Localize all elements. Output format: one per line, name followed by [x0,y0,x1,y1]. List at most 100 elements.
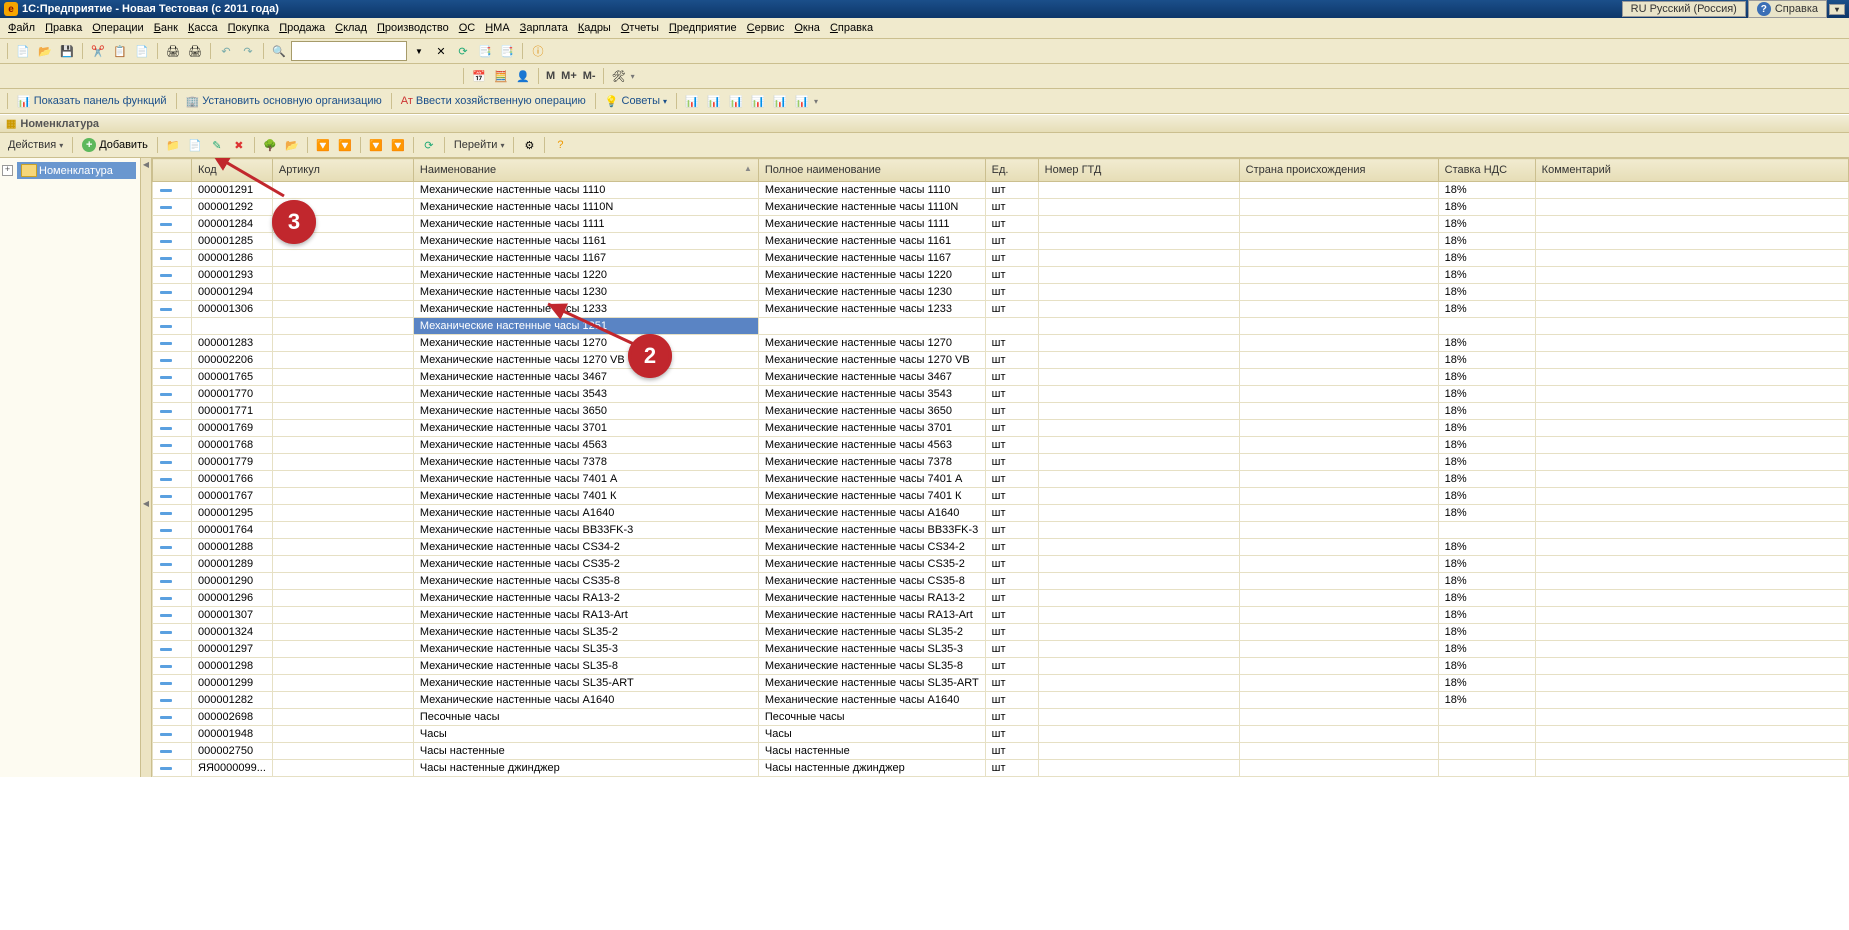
menu-item[interactable]: НМА [481,20,513,36]
table-row[interactable]: 000001291Механические настенные часы 111… [153,182,1849,199]
table-row[interactable]: 000001771Механические настенные часы 365… [153,403,1849,420]
table-row[interactable]: 000001293Механические настенные часы 122… [153,267,1849,284]
clear-search-icon[interactable]: ✕ [431,41,451,61]
table-row[interactable]: 000001289Механические настенные часы CS3… [153,556,1849,573]
grid-panel[interactable]: Код Артикул Наименование▲ Полное наимено… [152,158,1849,777]
menu-item[interactable]: Правка [41,20,86,36]
col-country[interactable]: Страна происхождения [1239,159,1438,182]
table-row[interactable]: 000001298Механические настенные часы SL3… [153,658,1849,675]
show-function-panel-button[interactable]: 📊 Показать панель функций [13,94,171,109]
new-doc-icon[interactable]: 📄 [13,41,33,61]
table-row[interactable]: 000002698Песочные часыПесочные часышт [153,709,1849,726]
table-row[interactable]: 000002206Механические настенные часы 127… [153,352,1849,369]
menu-item[interactable]: Сервис [743,20,789,36]
table-row[interactable]: 000001292Механические настенные часы 111… [153,199,1849,216]
col-fullname[interactable]: Полное наименование [758,159,985,182]
table-row[interactable]: 000001768Механические настенные часы 456… [153,437,1849,454]
find-icon[interactable]: 🔍 [269,41,289,61]
report6-icon[interactable]: 📊 [792,91,812,111]
help-button-icon[interactable]: ? [550,135,570,155]
table-row[interactable]: 000001296Механические настенные часы RA1… [153,590,1849,607]
table-row[interactable]: 000001299Механические настенные часы SL3… [153,675,1849,692]
table-row[interactable]: 000002750Часы настенныеЧасы настенныешт [153,743,1849,760]
menu-item[interactable]: ОС [455,20,480,36]
report1-icon[interactable]: 📊 [682,91,702,111]
hierarchy-icon[interactable]: 🌳 [260,135,280,155]
table-row[interactable]: 000001284Механические настенные часы 111… [153,216,1849,233]
splitter[interactable]: ◀ ◀ [141,158,152,777]
calendar-icon[interactable]: 📅 [469,66,489,86]
edit-icon[interactable]: ✎ [207,135,227,155]
enter-operation-button[interactable]: Ат Ввести хозяйственную операцию [397,94,590,108]
tool-icon[interactable]: 🛠 [609,66,629,86]
menu-item[interactable]: Производство [373,20,453,36]
open-icon[interactable]: 📂 [35,41,55,61]
tips-button[interactable]: 💡 Советы ▾ [601,94,671,109]
help-tab[interactable]: ?Справка [1748,0,1827,18]
report4-icon[interactable]: 📊 [748,91,768,111]
menu-item[interactable]: Отчеты [617,20,663,36]
table-row[interactable]: 000001769Механические настенные часы 370… [153,420,1849,437]
col-code[interactable]: Код [192,159,273,182]
table-row[interactable]: 000001290Механические настенные часы CS3… [153,573,1849,590]
nav-back-icon[interactable]: 📑 [475,41,495,61]
filter1-icon[interactable]: 🔽 [313,135,333,155]
menu-item[interactable]: Склад [331,20,371,36]
table-row[interactable]: 000001288Механические настенные часы CS3… [153,539,1849,556]
settings-icon[interactable]: ⚙ [519,135,539,155]
calc-icon[interactable]: 🧮 [491,66,511,86]
tree-root-item[interactable]: Номенклатура [17,162,136,179]
m-plus-button[interactable]: M+ [559,70,579,82]
set-main-org-button[interactable]: 🏢 Установить основную организацию [182,94,386,109]
menu-item[interactable]: Файл [4,20,39,36]
table-row[interactable]: 000001767Механические настенные часы 740… [153,488,1849,505]
collapse-left-icon-2[interactable]: ◀ [143,499,149,508]
col-icon[interactable] [153,159,192,182]
table-row[interactable]: 000001282Механические настенные часы А16… [153,692,1849,709]
refresh-icon[interactable]: ⟳ [453,41,473,61]
col-name[interactable]: Наименование▲ [413,159,758,182]
col-vat[interactable]: Ставка НДС [1438,159,1535,182]
actions-dropdown[interactable]: Действия [4,138,67,152]
table-row[interactable]: ЯЯ0000099...Часы настенные джинджерЧасы … [153,760,1849,777]
menu-item[interactable]: Операции [88,20,147,36]
table-row[interactable]: 000001295Механические настенные часы А16… [153,505,1849,522]
menu-item[interactable]: Кадры [574,20,615,36]
table-row[interactable]: 000001283Механические настенные часы 127… [153,335,1849,352]
print-preview-icon[interactable]: 🖨 [185,41,205,61]
menu-item[interactable]: Предприятие [665,20,741,36]
table-row[interactable]: 000001779Механические настенные часы 737… [153,454,1849,471]
move-icon[interactable]: 📂 [282,135,302,155]
redo-icon[interactable]: ↷ [238,41,258,61]
about-icon[interactable]: ⓘ [528,41,548,61]
data-grid[interactable]: Код Артикул Наименование▲ Полное наимено… [152,158,1849,777]
delete-mark-icon[interactable]: ✖ [229,135,249,155]
table-row[interactable]: 000001766Механические настенные часы 740… [153,471,1849,488]
table-row[interactable]: 000001306Механические настенные часы 123… [153,301,1849,318]
m-minus-button[interactable]: M- [581,70,598,82]
menu-item[interactable]: Окна [790,20,824,36]
menu-item[interactable]: Банк [150,20,182,36]
table-row[interactable]: 000001294Механические настенные часы 123… [153,284,1849,301]
table-row[interactable]: 000001307Механические настенные часы RA1… [153,607,1849,624]
nav-fwd-icon[interactable]: 📑 [497,41,517,61]
table-row[interactable]: 000001285Механические настенные часы 116… [153,233,1849,250]
table-row[interactable]: 000001324Механические настенные часы SL3… [153,624,1849,641]
menu-item[interactable]: Покупка [224,20,274,36]
menu-item[interactable]: Касса [184,20,222,36]
table-row[interactable]: 000001764Механические настенные часы BB3… [153,522,1849,539]
col-comment[interactable]: Комментарий [1535,159,1848,182]
table-row[interactable]: 000001948ЧасыЧасышт [153,726,1849,743]
tree-expand-icon[interactable]: + [2,165,13,176]
menu-item[interactable]: Зарплата [516,20,572,36]
col-gtd[interactable]: Номер ГТД [1038,159,1239,182]
user-icon[interactable]: 👤 [513,66,533,86]
search-dropdown-icon[interactable]: ▼ [409,41,429,61]
table-row[interactable]: 000001297Механические настенные часы SL3… [153,641,1849,658]
lang-tab[interactable]: RU Русский (Россия) [1622,1,1746,17]
report2-icon[interactable]: 📊 [704,91,724,111]
save-icon[interactable]: 💾 [57,41,77,61]
table-row[interactable]: 000001770Механические настенные часы 354… [153,386,1849,403]
collapse-left-icon[interactable]: ◀ [143,160,149,169]
filter3-icon[interactable]: 🔽 [366,135,386,155]
